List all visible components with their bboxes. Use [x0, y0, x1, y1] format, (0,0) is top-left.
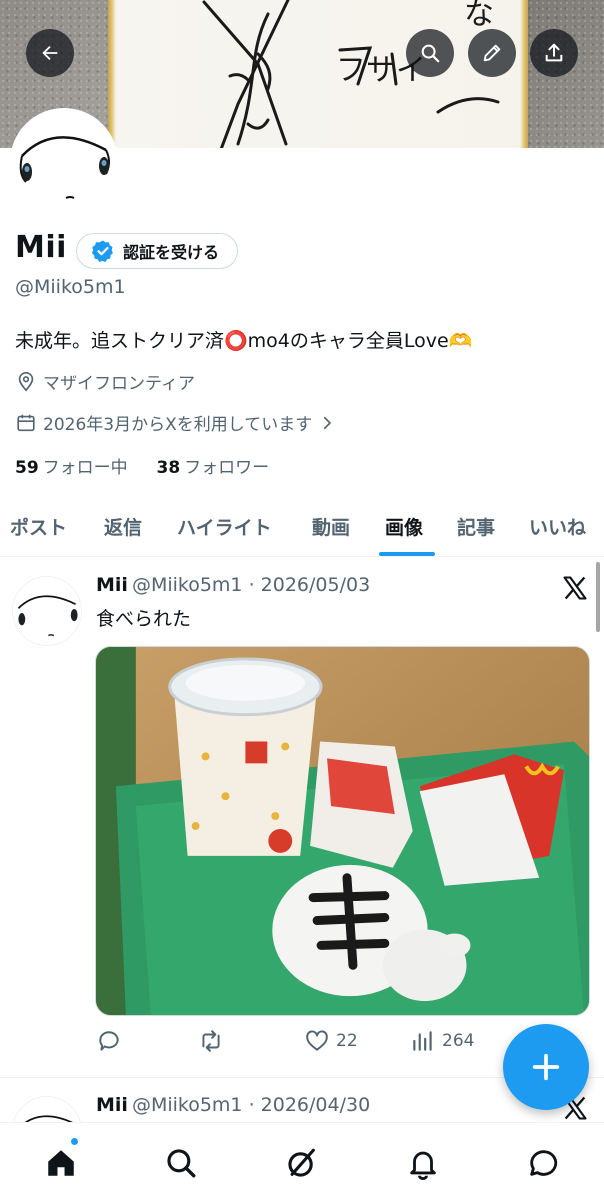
- view-count: 264: [442, 1031, 475, 1051]
- nav-messages[interactable]: [523, 1143, 563, 1183]
- avatar-face-drawing: [13, 577, 81, 645]
- followers-label: フォロワー: [184, 458, 270, 478]
- repost-button[interactable]: [198, 1028, 230, 1054]
- joined-text: 2026年3月からXを利用しています: [43, 415, 313, 435]
- post-text: 食べられた: [96, 608, 192, 630]
- post-handle-date: @Miiko5m1 · 2026/04/30: [131, 1094, 371, 1116]
- post-author[interactable]: Mii: [96, 1094, 128, 1116]
- tab-highlights[interactable]: ハイライト: [177, 495, 272, 557]
- back-button[interactable]: [26, 29, 74, 77]
- tab-videos[interactable]: 動画: [312, 495, 350, 557]
- calendar-icon: [17, 414, 35, 431]
- home-notification-dot: [70, 1137, 79, 1146]
- food-tray-photo: [96, 647, 589, 1015]
- tab-articles[interactable]: 記事: [457, 495, 495, 557]
- location-text: マザイフロンティア: [43, 374, 195, 394]
- tab-replies[interactable]: 返信: [104, 495, 142, 557]
- post-author[interactable]: Mii: [96, 574, 128, 596]
- following-count: 59: [15, 458, 39, 478]
- arrow-left-icon: [42, 45, 58, 61]
- compose-post-button[interactable]: [503, 1024, 589, 1110]
- verified-badge-icon: [91, 240, 113, 262]
- heart-icon: [306, 1030, 328, 1051]
- profile-name: Mii: [15, 230, 67, 265]
- grok-icon: [288, 1148, 315, 1177]
- get-verified-label: 認証を受ける: [123, 243, 220, 262]
- followers-count: 38: [156, 458, 181, 478]
- avatar-face-drawing: [14, 112, 114, 212]
- views-button[interactable]: 264: [410, 1028, 474, 1054]
- share-icon: [545, 43, 563, 62]
- plus-icon: [532, 1053, 560, 1081]
- search-icon: [167, 1149, 196, 1178]
- profile-tabs: ポスト 返信 ハイライト 動画 画像 記事 いいね: [0, 495, 604, 557]
- active-tab-indicator: [379, 552, 435, 556]
- banner-text-na: な: [464, 0, 494, 32]
- home-icon: [48, 1150, 74, 1176]
- edit-button[interactable]: [468, 29, 516, 77]
- reply-button[interactable]: [96, 1028, 128, 1054]
- chat-bubble-icon: [530, 1150, 558, 1176]
- profile-avatar[interactable]: [10, 108, 118, 216]
- follow-stats: 59 フォロー中 38 フォロワー: [15, 453, 269, 478]
- search-icon: [421, 44, 440, 63]
- nav-notifications[interactable]: [403, 1143, 443, 1183]
- following-link[interactable]: 59 フォロー中: [15, 458, 128, 478]
- repost-icon: [202, 1030, 220, 1052]
- profile-bio: 未成年。追ストクリア済⭕️mo4のキャラ全員Love🫶: [15, 330, 473, 352]
- scrollbar[interactable]: [596, 562, 600, 632]
- post-image[interactable]: [95, 646, 590, 1016]
- nav-grok[interactable]: [282, 1143, 322, 1183]
- bell-icon: [410, 1151, 436, 1180]
- tab-media[interactable]: 画像: [385, 495, 423, 557]
- reply-icon: [99, 1031, 119, 1051]
- following-label: フォロー中: [42, 458, 128, 478]
- location-pin-icon: [18, 371, 34, 392]
- like-button[interactable]: 22: [304, 1028, 358, 1054]
- post-header: Mii @Miiko5m1 · 2026/05/03: [96, 574, 370, 596]
- search-button[interactable]: [406, 29, 454, 77]
- share-button[interactable]: [530, 29, 578, 77]
- profile-handle: @Miiko5m1: [15, 276, 126, 298]
- get-verified-button[interactable]: 認証を受ける: [76, 233, 239, 269]
- like-count: 22: [336, 1031, 358, 1051]
- post-header: Mii @Miiko5m1 · 2026/04/30: [96, 1094, 370, 1116]
- analytics-icon: [413, 1031, 432, 1051]
- nav-search[interactable]: [161, 1143, 201, 1183]
- chevron-right-icon: [324, 416, 332, 429]
- profile-location: マザイフロンティア: [15, 369, 195, 394]
- post-item[interactable]: Mii @Miiko5m1 · 2026/05/03 食べられた 22 264: [0, 558, 604, 1078]
- nav-home[interactable]: [41, 1143, 81, 1183]
- profile-joined[interactable]: 2026年3月からXを利用しています: [15, 410, 336, 435]
- tab-posts[interactable]: ポスト: [10, 495, 67, 557]
- followers-link[interactable]: 38 フォロワー: [156, 458, 269, 478]
- banner-autograph-board: な フサイ: [108, 0, 528, 148]
- post-handle-date: @Miiko5m1 · 2026/05/03: [131, 574, 371, 596]
- post-avatar[interactable]: [12, 576, 82, 646]
- pencil-icon: [483, 44, 501, 62]
- bottom-navigation: [0, 1122, 604, 1200]
- tab-likes[interactable]: いいね: [529, 495, 586, 557]
- x-logo-icon: [563, 576, 587, 600]
